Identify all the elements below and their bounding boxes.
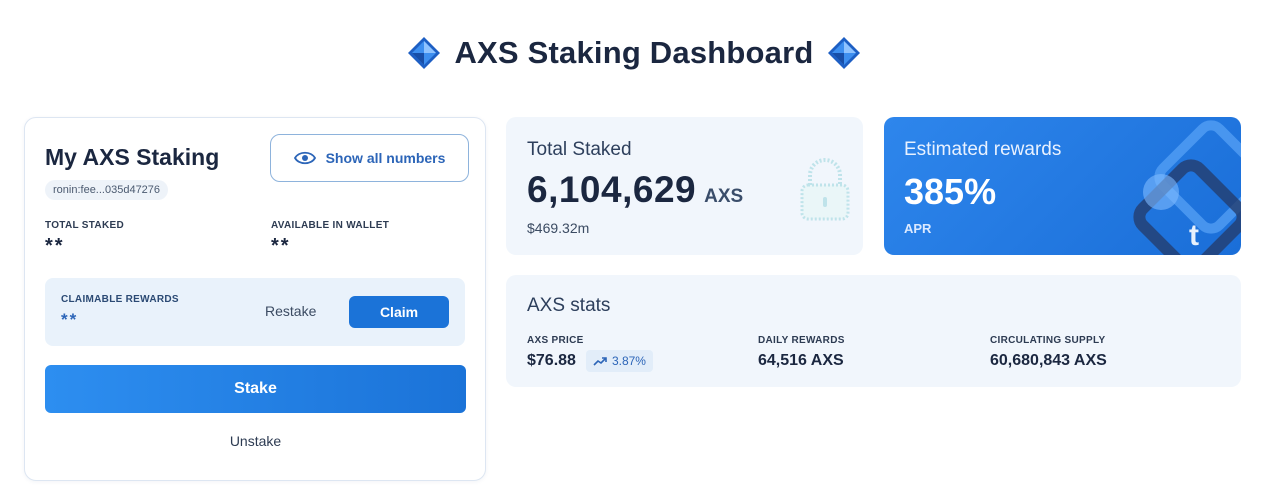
price-change-value: 3.87% [611, 354, 646, 368]
my-staking-card: My AXS Staking ronin:fee...035d47276 Sho… [24, 117, 486, 481]
page-header: AXS Staking Dashboard [0, 30, 1268, 76]
total-staked-block: TOTAL STAKED ** [45, 220, 124, 258]
wallet-address: ronin:fee...035d47276 [45, 180, 169, 200]
svg-text:t: t [1189, 219, 1199, 252]
axs-stats-card: AXS stats AXS PRICE $76.88 3.87% DAILY R… [506, 275, 1241, 387]
axs-price-value: $76.88 [527, 352, 576, 369]
circulating-supply-stat: CIRCULATING SUPPLY 60,680,843 AXS [990, 335, 1107, 370]
total-staked-card: Total Staked 6,104,629 AXS $469.32m [506, 117, 863, 255]
total-staked-usd: $469.32m [527, 220, 590, 236]
page-title: AXS Staking Dashboard [454, 35, 814, 70]
axs-token-art-icon: t [1133, 120, 1241, 255]
axs-price-label: AXS PRICE [527, 335, 584, 346]
available-wallet-block: AVAILABLE IN WALLET ** [271, 220, 389, 258]
daily-rewards-label: DAILY REWARDS [758, 335, 845, 346]
apr-label: APR [904, 221, 932, 236]
show-all-numbers-label: Show all numbers [325, 150, 446, 166]
lock-icon [800, 158, 850, 221]
stats-title: AXS stats [527, 295, 611, 316]
total-staked-title: Total Staked [527, 139, 632, 160]
axs-gem-icon [408, 37, 441, 69]
stake-button[interactable]: Stake [45, 365, 466, 413]
claimable-rewards-value: ** [61, 310, 79, 329]
unstake-button[interactable]: Unstake [45, 433, 466, 449]
claim-button[interactable]: Claim [349, 296, 449, 328]
axs-gem-icon [827, 37, 860, 69]
available-wallet-value: ** [271, 235, 291, 257]
daily-rewards-stat: DAILY REWARDS 64,516 AXS [758, 335, 845, 370]
claimable-rewards-label: CLAIMABLE REWARDS [61, 294, 179, 305]
axs-price-stat: AXS PRICE $76.88 3.87% [527, 335, 653, 372]
rewards-title: Estimated rewards [904, 139, 1062, 160]
restake-button[interactable]: Restake [265, 303, 316, 319]
circulating-supply-value: 60,680,843 AXS [990, 352, 1107, 369]
apr-value: 385% [904, 171, 997, 212]
total-staked-unit: AXS [704, 186, 744, 207]
trend-up-icon [593, 357, 607, 366]
my-staking-title: My AXS Staking [45, 144, 220, 170]
eye-icon [293, 151, 316, 165]
show-all-numbers-button[interactable]: Show all numbers [270, 134, 469, 182]
circulating-supply-label: CIRCULATING SUPPLY [990, 335, 1106, 346]
total-staked-number: 6,104,629 [527, 169, 697, 210]
price-change-badge: 3.87% [585, 350, 653, 372]
total-staked-label: TOTAL STAKED [45, 220, 124, 231]
claimable-rewards-box: CLAIMABLE REWARDS ** Restake Claim [45, 278, 465, 346]
daily-rewards-value: 64,516 AXS [758, 352, 844, 369]
total-staked-value: ** [45, 235, 65, 257]
estimated-rewards-card: t Estimated rewards 385% APR [884, 117, 1241, 255]
total-staked-amount: 6,104,629 AXS [527, 169, 743, 211]
available-wallet-label: AVAILABLE IN WALLET [271, 220, 390, 231]
